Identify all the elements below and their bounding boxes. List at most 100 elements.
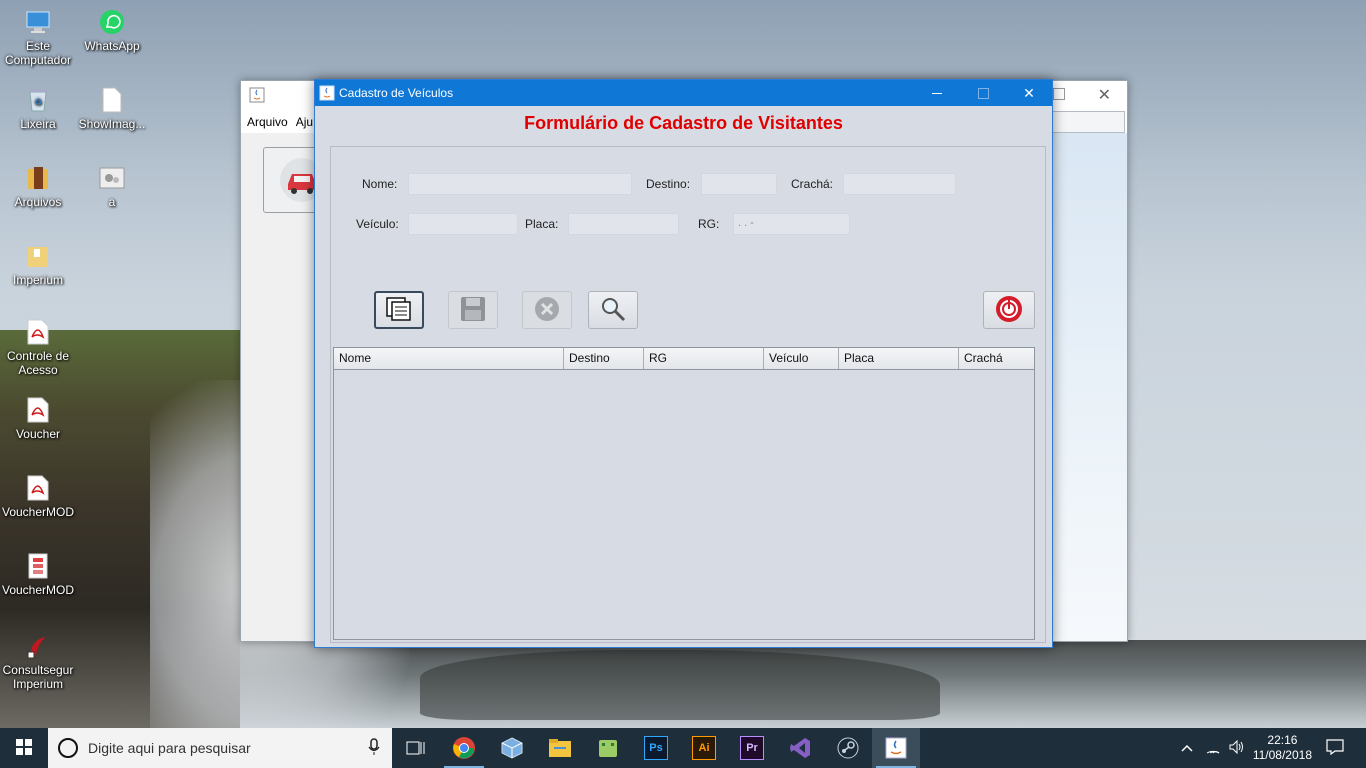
premiere-label: Pr — [740, 736, 764, 760]
windows-logo-icon — [16, 738, 32, 758]
column-header-destino[interactable]: Destino — [564, 348, 644, 369]
clock-date: 11/08/2018 — [1252, 748, 1312, 762]
rg-label: RG: — [698, 217, 720, 231]
desktop-icon-label: Arquivos — [14, 195, 62, 209]
desktop-icon-a[interactable]: a — [74, 164, 150, 209]
desktop-icon-controle-de-acesso[interactable]: Controle de Acesso — [0, 318, 76, 377]
form-title: Formulário de Cadastro de Visitantes — [524, 113, 843, 133]
desktop-icon-voucher[interactable]: Voucher — [0, 396, 76, 441]
column-header-cracha[interactable]: Crachá — [959, 348, 1034, 369]
background-window-gradient — [1053, 133, 1127, 641]
background-window-menubar: Arquivo Aju — [241, 115, 313, 133]
visual-studio-icon[interactable] — [776, 728, 824, 768]
desktop-icon-lixeira[interactable]: ♻ Lixeira — [0, 86, 76, 131]
nome-label: Nome: — [362, 177, 398, 191]
microphone-icon[interactable] — [368, 737, 380, 759]
file-explorer-icon[interactable] — [536, 728, 584, 768]
table-header: Nome Destino RG Veículo Placa Crachá — [334, 348, 1034, 370]
background-window-field — [1051, 111, 1125, 133]
exit-button[interactable] — [983, 291, 1035, 329]
wifi-icon[interactable] — [1205, 740, 1221, 757]
taskbar-search-box[interactable]: Digite aqui para pesquisar — [48, 728, 392, 768]
maximize-icon[interactable] — [1053, 88, 1065, 100]
desktop-icon-consultsegur[interactable]: Consultsegur Imperium — [0, 632, 76, 691]
desktop-icon-label: Consultsegur Imperium — [2, 663, 74, 691]
whatsapp-icon — [98, 8, 126, 36]
desktop-icon-arquivos[interactable]: Arquivos — [0, 164, 76, 209]
search-button[interactable] — [588, 291, 638, 329]
desktop-icon-vouchermod-2[interactable]: VoucherMOD — [0, 552, 76, 597]
desktop-icon-label: WhatsApp — [84, 39, 140, 53]
cracha-field[interactable] — [843, 173, 956, 195]
desktop-icon-whatsapp[interactable]: WhatsApp — [74, 8, 150, 53]
desktop-icon-label: VoucherMOD — [1, 505, 75, 519]
document-icon — [24, 552, 52, 580]
start-button[interactable] — [0, 728, 48, 768]
desktop-icon-label: a — [108, 195, 116, 209]
maximize-button[interactable] — [960, 80, 1006, 106]
menu-ajuda[interactable]: Aju — [296, 115, 313, 133]
clock-time: 22:16 — [1267, 733, 1298, 747]
destino-field[interactable] — [701, 173, 777, 195]
nome-field[interactable] — [408, 173, 632, 195]
android-icon[interactable] — [584, 728, 632, 768]
java-icon — [319, 85, 335, 104]
placa-field[interactable] — [568, 213, 679, 235]
pdf-icon — [24, 474, 52, 502]
pdf-icon — [24, 396, 52, 424]
steam-icon[interactable] — [824, 728, 872, 768]
cancel-button[interactable] — [522, 291, 572, 329]
magnifier-icon — [599, 295, 627, 326]
desktop-icon-label: Imperium — [12, 273, 63, 287]
cadastro-veiculos-window[interactable]: Cadastro de Veículos ✕ Formulário de Cad… — [314, 79, 1053, 648]
column-header-nome[interactable]: Nome — [334, 348, 564, 369]
window-titlebar[interactable]: Cadastro de Veículos ✕ — [315, 80, 1052, 106]
desktop-icon-imperium[interactable]: Imperium — [0, 242, 76, 287]
recycle-bin-icon: ♻ — [24, 86, 52, 114]
desktop-icon-showimag[interactable]: ShowImag... — [74, 86, 150, 131]
window-title: Cadastro de Veículos — [339, 86, 454, 100]
save-button[interactable] — [448, 291, 498, 329]
visitors-table[interactable]: Nome Destino RG Veículo Placa Crachá — [333, 347, 1035, 640]
taskbar-clock[interactable]: 22:16 11/08/2018 — [1253, 733, 1312, 763]
volume-icon[interactable] — [1229, 739, 1245, 757]
folder-icon — [24, 242, 52, 270]
chrome-icon[interactable] — [440, 728, 488, 768]
desktop-icon-label: Controle de Acesso — [6, 349, 70, 377]
premiere-icon[interactable]: Pr — [728, 728, 776, 768]
search-placeholder: Digite aqui para pesquisar — [88, 740, 251, 756]
wallpaper-rocks — [420, 650, 940, 720]
cortana-icon — [58, 738, 78, 758]
save-icon — [459, 295, 487, 326]
desktop-icon-vouchermod[interactable]: VoucherMOD — [0, 474, 76, 519]
column-header-veiculo[interactable]: Veículo — [764, 348, 839, 369]
notification-icon[interactable] — [1326, 738, 1344, 758]
chevron-up-icon[interactable] — [1181, 741, 1193, 755]
new-button[interactable] — [374, 291, 424, 329]
desktop-icon-label: Voucher — [15, 427, 61, 441]
file-icon — [98, 86, 126, 114]
minimize-button[interactable] — [914, 80, 960, 106]
desktop-icon-label: VoucherMOD — [1, 583, 75, 597]
menu-arquivo[interactable]: Arquivo — [247, 115, 288, 133]
close-icon[interactable]: ✕ — [1098, 85, 1111, 105]
photoshop-icon[interactable]: Ps — [632, 728, 680, 768]
column-header-placa[interactable]: Placa — [839, 348, 959, 369]
illustrator-icon[interactable]: Ai — [680, 728, 728, 768]
desktop-icon-este-computador[interactable]: Este Computador — [0, 8, 76, 67]
illustrator-label: Ai — [692, 736, 716, 760]
virtualbox-icon[interactable] — [488, 728, 536, 768]
column-header-rg[interactable]: RG — [644, 348, 764, 369]
desktop-icon-label: Este Computador — [4, 39, 72, 67]
placa-label: Placa: — [525, 217, 559, 231]
desktop-icon-label: Lixeira — [20, 117, 56, 131]
rg-field[interactable]: . . - — [733, 213, 850, 235]
close-button[interactable]: ✕ — [1006, 80, 1052, 106]
minimize-icon — [932, 92, 942, 94]
system-tray: 22:16 11/08/2018 — [1181, 728, 1366, 768]
veiculo-field[interactable] — [408, 213, 518, 235]
maximize-icon — [977, 87, 989, 99]
computer-icon — [24, 8, 52, 36]
task-view-icon[interactable] — [392, 728, 440, 768]
java-app-icon[interactable] — [872, 728, 920, 768]
